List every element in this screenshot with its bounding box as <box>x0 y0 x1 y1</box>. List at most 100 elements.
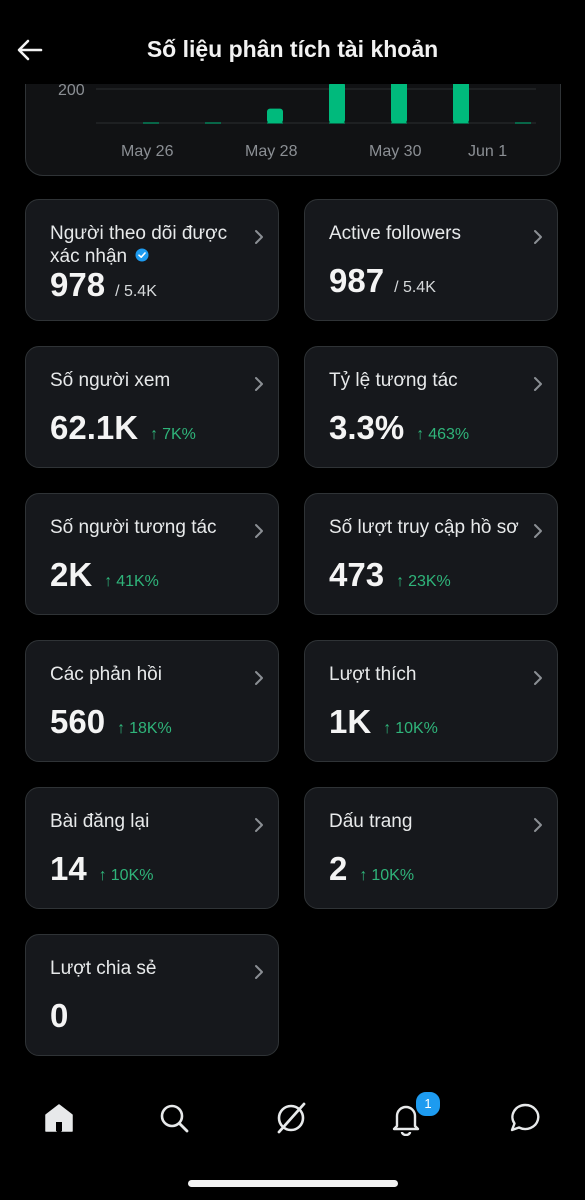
y-tick-label: 200 <box>58 82 85 99</box>
page-title: Số liệu phân tích tài khoản <box>146 36 439 62</box>
metric-value: 14 <box>50 850 87 887</box>
metric-change-value: 18K% <box>129 720 172 737</box>
metric-value-row: 0 <box>50 997 68 1035</box>
grok-icon[interactable] <box>271 1098 311 1138</box>
metric-label: Lượt chia sẻ <box>50 957 250 980</box>
metric-value-row: 14 ↑ 10K% <box>50 850 153 888</box>
metric-change-value: 10K% <box>371 867 415 884</box>
app-header: Số liệu phân tích tài khoản <box>0 0 585 84</box>
metric-change: ↑ 10K% <box>383 720 438 738</box>
metric-card[interactable]: Lượt chia sẻ 0 <box>25 934 279 1056</box>
chevron-right-icon <box>531 816 545 834</box>
metric-label: Các phản hồi <box>50 663 250 686</box>
metric-value: 62.1K <box>50 409 139 446</box>
metric-value-row: 62.1K ↑ 7K% <box>50 409 196 447</box>
metric-label-text: Bài đăng lại <box>50 811 150 832</box>
arrow-up-icon: ↑ <box>104 573 113 590</box>
metric-label-text: Tỷ lệ tương tác <box>329 370 458 391</box>
metric-label: Active followers <box>329 222 529 245</box>
metric-change-value: 7K% <box>162 426 196 443</box>
arrow-up-icon: ↑ <box>383 720 392 737</box>
chevron-right-icon <box>252 669 266 687</box>
metric-change-value: 463% <box>428 426 470 443</box>
metric-value: 2 <box>329 850 348 887</box>
x-tick-label: May 30 <box>369 143 422 160</box>
chart-bar[interactable] <box>329 82 345 123</box>
x-tick-label: Jun 1 <box>468 143 507 160</box>
metric-label-text: Các phản hồi <box>50 664 162 685</box>
arrow-up-icon: ↑ <box>98 867 107 884</box>
metric-value: 2K <box>50 556 93 593</box>
x-tick-label: May 28 <box>245 143 298 160</box>
metric-label-text: Số lượt truy cập hồ sơ <box>329 517 519 538</box>
arrow-up-icon: ↑ <box>117 720 126 737</box>
metric-card[interactable]: Số người tương tác 2K ↑ 41K% <box>25 493 279 615</box>
metric-value: 987 <box>329 262 385 299</box>
metric-label: Số người xem <box>50 369 250 392</box>
metric-label-text: Active followers <box>329 223 461 244</box>
metric-card[interactable]: Active followers 987 / 5.4K <box>304 199 558 321</box>
metric-change: ↑ 18K% <box>117 720 172 738</box>
notification-badge: 1 <box>414 1090 442 1118</box>
arrow-up-icon: ↑ <box>396 573 405 590</box>
metric-label-text: Lượt chia sẻ <box>50 958 157 979</box>
messages-icon[interactable] <box>505 1098 545 1138</box>
chevron-right-icon <box>531 375 545 393</box>
metric-change-value: 23K% <box>408 573 451 590</box>
metric-value-row: 987 / 5.4K <box>329 262 436 300</box>
metric-label: Tỷ lệ tương tác <box>329 369 529 392</box>
chart-bar[interactable] <box>391 81 407 123</box>
metric-card[interactable]: Người theo dõi được xác nhận 978 / 5.4K <box>25 199 279 321</box>
metric-value: 978 <box>50 266 106 303</box>
chevron-right-icon <box>252 816 266 834</box>
metric-value: 0 <box>50 997 69 1034</box>
metric-change: ↑ 463% <box>416 426 469 444</box>
metric-label-text: Dấu trang <box>329 811 413 832</box>
metric-change: ↑ 23K% <box>396 573 451 591</box>
metric-value-row: 3.3% ↑ 463% <box>329 409 469 447</box>
metric-value: 1K <box>329 703 372 740</box>
metric-card[interactable]: Tỷ lệ tương tác 3.3% ↑ 463% <box>304 346 558 468</box>
arrow-up-icon: ↑ <box>416 426 425 443</box>
metric-change-value: 10K% <box>395 720 438 737</box>
metric-change-value: 41K% <box>116 573 159 590</box>
metric-card[interactable]: Lượt thích 1K ↑ 10K% <box>304 640 558 762</box>
chart-bar[interactable] <box>267 108 283 123</box>
metric-change: ↑ 10K% <box>359 867 414 885</box>
arrow-up-icon: ↑ <box>150 426 159 443</box>
chevron-right-icon <box>531 228 545 246</box>
metric-label: Số lượt truy cập hồ sơ <box>329 516 529 539</box>
metric-card[interactable]: Số người xem 62.1K ↑ 7K% <box>25 346 279 468</box>
home-icon[interactable] <box>39 1098 79 1138</box>
metric-value-row: 2 ↑ 10K% <box>329 850 414 888</box>
metric-label: Bài đăng lại <box>50 810 250 833</box>
metric-value: 473 <box>329 556 385 593</box>
metric-label-text: Lượt thích <box>329 664 417 685</box>
search-icon[interactable] <box>154 1098 194 1138</box>
chart-bar[interactable] <box>453 81 469 123</box>
metric-label: Số người tương tác <box>50 516 250 539</box>
metric-label-text: Số người tương tác <box>50 517 217 538</box>
metric-card[interactable]: Bài đăng lại 14 ↑ 10K% <box>25 787 279 909</box>
metric-card[interactable]: Các phản hồi 560 ↑ 18K% <box>25 640 279 762</box>
metric-label-text: Số người xem <box>50 370 171 391</box>
metric-change: ↑ 10K% <box>99 867 154 885</box>
metric-card[interactable]: Số lượt truy cập hồ sơ 473 ↑ 23K% <box>304 493 558 615</box>
metric-value-row: 1K ↑ 10K% <box>329 703 438 741</box>
metric-value: 3.3% <box>329 409 405 446</box>
chevron-right-icon <box>252 228 266 246</box>
metric-denominator: / 5.4K <box>115 283 157 300</box>
metric-value-row: 978 / 5.4K <box>50 266 157 304</box>
metric-change: ↑ 41K% <box>104 573 159 591</box>
metric-change: ↑ 7K% <box>150 426 196 444</box>
metric-denominator: / 5.4K <box>394 279 436 296</box>
chevron-right-icon <box>252 375 266 393</box>
metric-card[interactable]: Dấu trang 2 ↑ 10K% <box>304 787 558 909</box>
metric-value-row: 473 ↑ 23K% <box>329 556 451 594</box>
metric-value: 560 <box>50 703 106 740</box>
chevron-right-icon <box>531 669 545 687</box>
arrow-up-icon: ↑ <box>359 867 368 884</box>
home-indicator <box>188 1180 398 1187</box>
metric-label: Người theo dõi được xác nhận <box>50 222 250 268</box>
chevron-right-icon <box>252 963 266 981</box>
